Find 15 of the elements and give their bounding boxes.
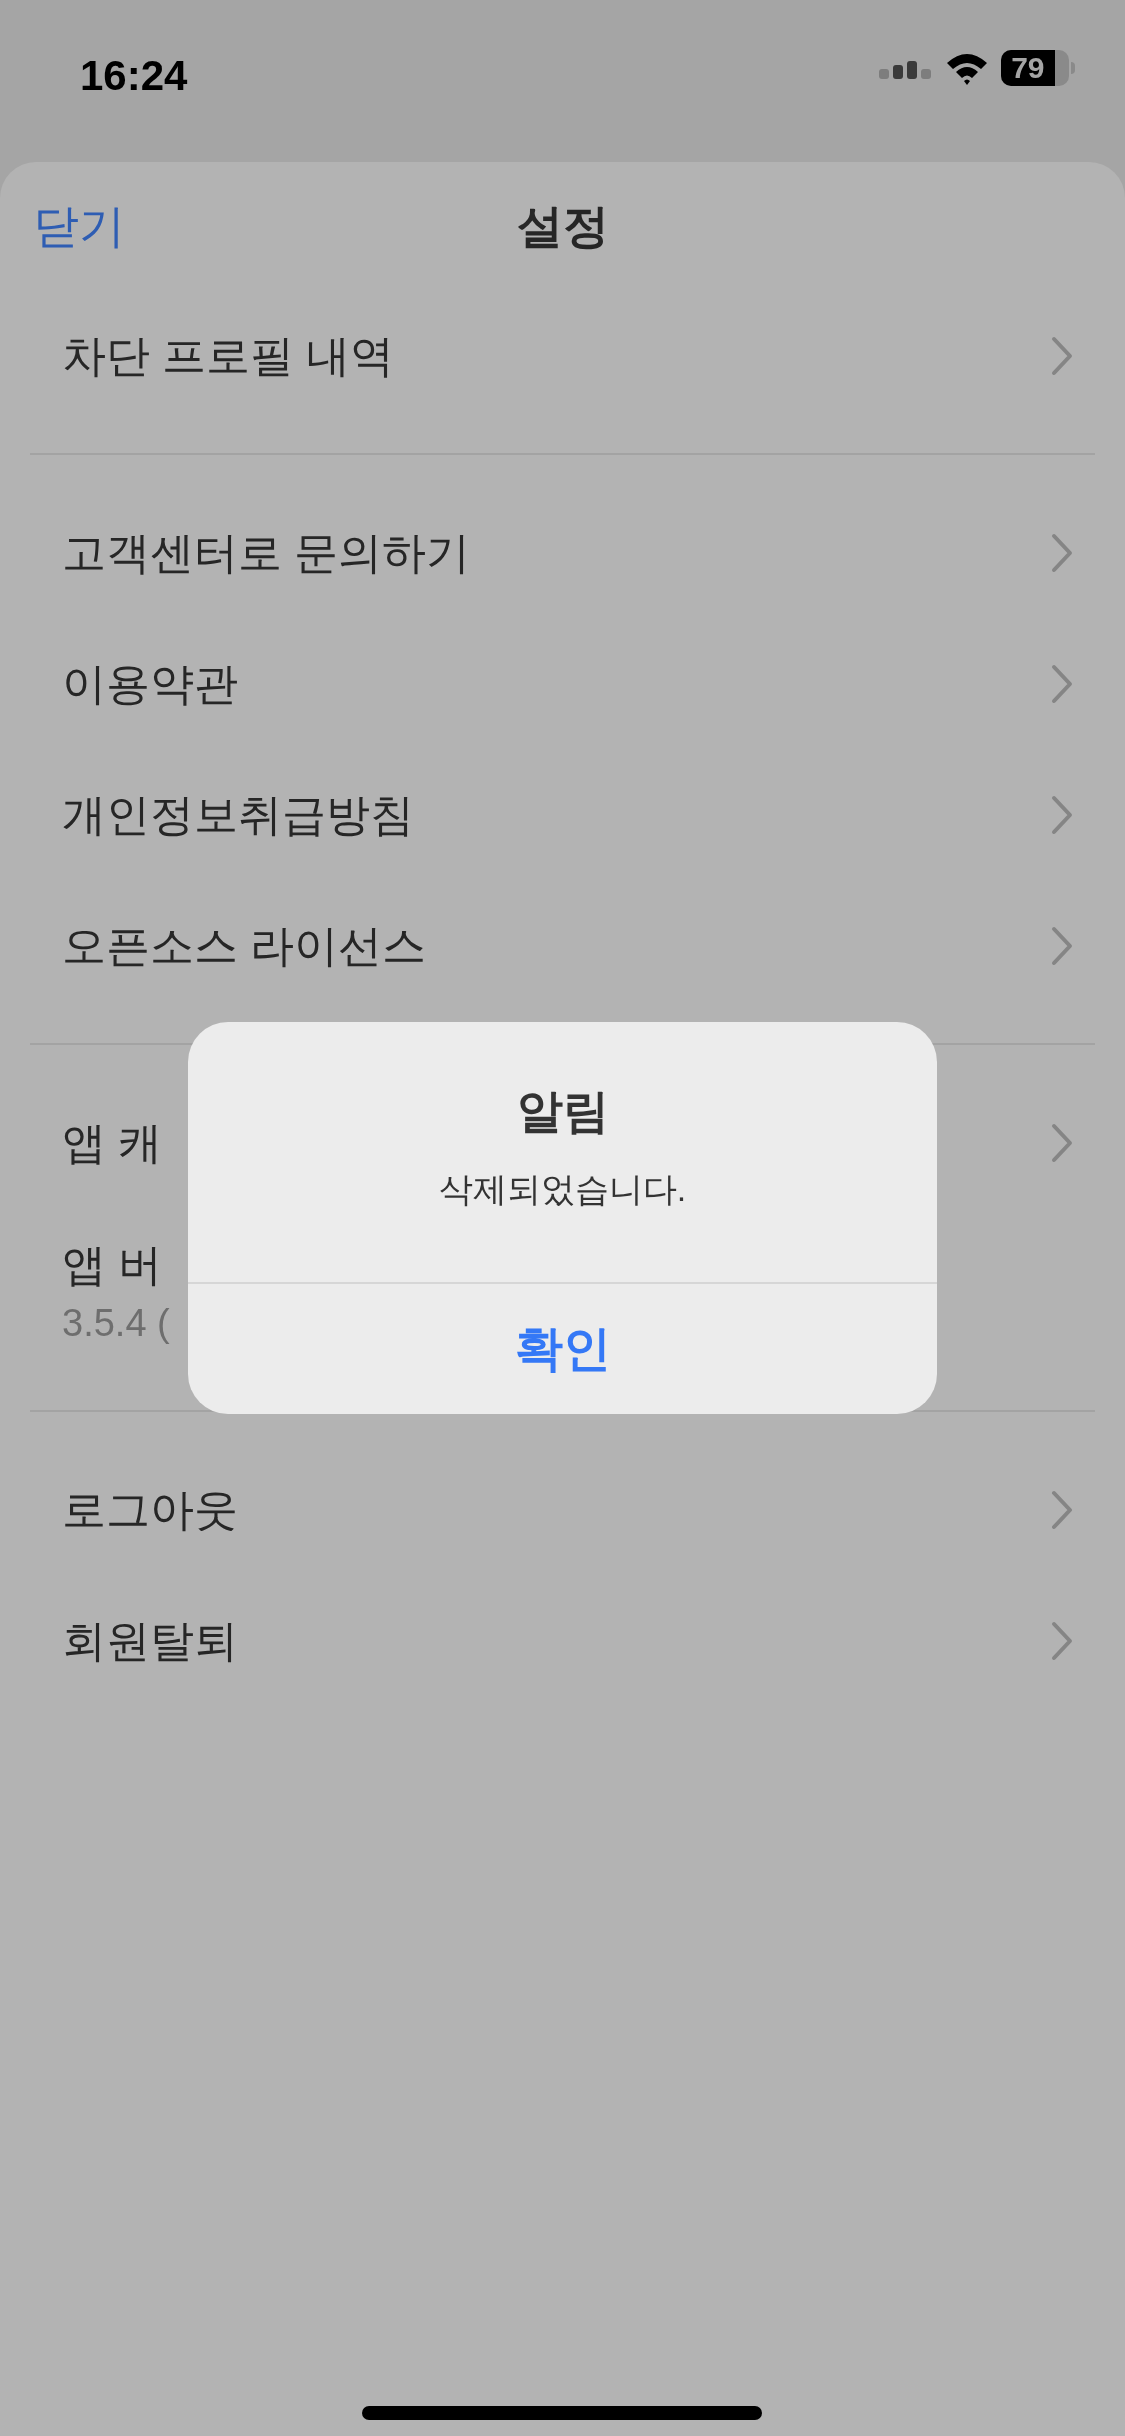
row-label: 개인정보취급방침	[62, 788, 414, 841]
alert-title: 알림	[516, 1084, 609, 1139]
status-time: 16:24	[80, 51, 188, 101]
row-label: 앱 버	[62, 1239, 163, 1291]
sheet-title: 설정	[516, 198, 609, 254]
row-label: 오픈소스 라이선스	[62, 919, 427, 972]
row-label: 회원탈퇴	[62, 1614, 238, 1667]
row-label: 고객센터로 문의하기	[62, 526, 471, 579]
battery-level: 79	[1011, 53, 1045, 83]
version-text: 3.5.4 (	[62, 1301, 170, 1346]
row-label: 로그아웃	[62, 1483, 238, 1536]
alert-message: 삭제되었습니다.	[438, 1169, 687, 1210]
row-label: 앱 캐	[62, 1116, 163, 1169]
row-label: 차단 프로필 내역	[62, 329, 395, 382]
row-label: 이용약관	[62, 657, 238, 710]
